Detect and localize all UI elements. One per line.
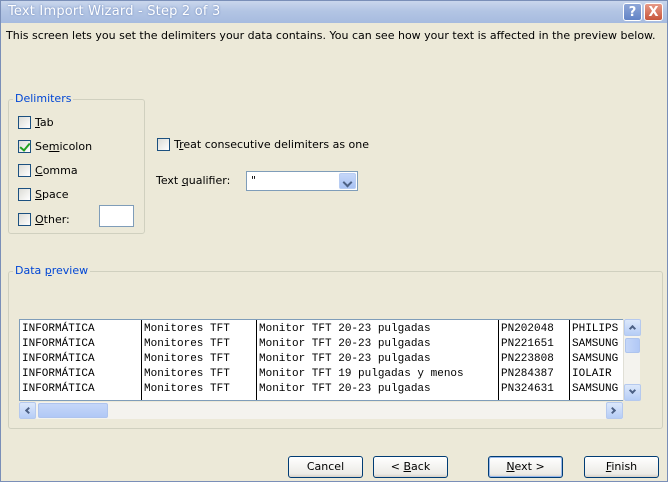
preview-cell: SAMSUNG [572, 383, 619, 395]
preview-cell: Monitor TFT 19 pulgadas y menos [259, 368, 464, 380]
preview-cell: PN223808 [501, 353, 554, 365]
back-button[interactable]: < Back [373, 456, 448, 478]
space-checkbox[interactable] [18, 187, 31, 201]
preview-cell: INFORMÁTICA [22, 323, 95, 335]
semicolon-label: Semicolon [35, 139, 93, 153]
preview-cell: Monitores TFT [144, 353, 230, 365]
column-separator [256, 320, 257, 400]
preview-cell: INFORMÁTICA [22, 383, 95, 395]
preview-vertical-scrollbar[interactable] [623, 319, 641, 401]
finish-button[interactable]: Finish [584, 456, 659, 478]
chevron-left-icon [24, 406, 33, 415]
comma-checkbox[interactable] [18, 163, 31, 177]
preview-cell: IOLAIR [572, 368, 612, 380]
text-qualifier-value: " [251, 174, 257, 187]
preview-cell: INFORMÁTICA [22, 338, 95, 350]
text-qualifier-label: Text qualifier: [156, 174, 231, 187]
cancel-button[interactable]: Cancel [288, 456, 363, 478]
preview-row: INFORMÁTICA Monitores TFT Monitor TFT 20… [20, 338, 618, 351]
semicolon-checkbox[interactable] [18, 139, 31, 153]
next-button[interactable]: Next > [488, 456, 563, 478]
other-checkbox-row[interactable]: Other: [18, 211, 70, 227]
help-button[interactable]: ? [623, 3, 642, 21]
chevron-up-icon [628, 324, 637, 333]
preview-cell: Monitores TFT [144, 383, 230, 395]
comma-checkbox-row[interactable]: Comma [18, 162, 78, 178]
preview-row: INFORMÁTICA Monitores TFT Monitor TFT 20… [20, 323, 618, 336]
data-preview-grid[interactable]: INFORMÁTICA Monitores TFT Monitor TFT 20… [19, 319, 639, 401]
semicolon-checkbox-row[interactable]: Semicolon [18, 138, 92, 154]
data-preview-group-label: Data preview [13, 264, 91, 277]
preview-cell: Monitor TFT 20-23 pulgadas [259, 353, 431, 365]
horizontal-scroll-thumb[interactable] [38, 403, 108, 418]
preview-cell: Monitores TFT [144, 323, 230, 335]
other-delimiter-input[interactable] [99, 205, 134, 227]
treat-consecutive-row[interactable]: Treat consecutive delimiters as one [157, 136, 369, 152]
chevron-down-icon [628, 386, 637, 395]
text-qualifier-select[interactable]: " [246, 171, 358, 191]
close-button[interactable]: X [644, 3, 663, 21]
scroll-up-button[interactable] [624, 319, 641, 336]
column-separator [141, 320, 142, 400]
preview-cell: PN221651 [501, 338, 554, 350]
preview-horizontal-scrollbar[interactable] [19, 402, 623, 419]
space-checkbox-row[interactable]: Space [18, 186, 69, 202]
preview-cell: Monitor TFT 20-23 pulgadas [259, 383, 431, 395]
tab-checkbox[interactable] [18, 115, 31, 129]
delimiters-group: Delimiters Tab Semicolon Comma Space Oth… [8, 92, 145, 234]
preview-row: INFORMÁTICA Monitores TFT Monitor TFT 19… [20, 368, 612, 381]
tab-checkbox-row[interactable]: Tab [18, 114, 54, 130]
preview-cell: PN202048 [501, 323, 554, 335]
scroll-left-button[interactable] [19, 402, 36, 419]
preview-cell: SAMSUNG [572, 353, 619, 365]
column-separator [569, 320, 570, 400]
tab-label: Tab [35, 115, 54, 129]
preview-cell: PN284387 [501, 368, 554, 380]
delimiters-group-label: Delimiters [13, 92, 74, 105]
preview-cell: PHILIPS [572, 323, 619, 335]
window-title: Text Import Wizard - Step 2 of 3 [8, 4, 221, 19]
comma-label: Comma [35, 163, 78, 177]
other-checkbox[interactable] [18, 212, 31, 226]
preview-cell: INFORMÁTICA [22, 353, 95, 365]
other-label: Other: [35, 212, 70, 226]
preview-cell: Monitor TFT 20-23 pulgadas [259, 323, 431, 335]
preview-cell: INFORMÁTICA [22, 368, 95, 380]
title-bar[interactable]: Text Import Wizard - Step 2 of 3 ? X [1, 1, 667, 23]
chevron-right-icon [608, 406, 617, 415]
preview-cell: Monitores TFT [144, 338, 230, 350]
treat-consecutive-label: Treat consecutive delimiters as one [174, 137, 370, 151]
wizard-description: This screen lets you set the delimiters … [6, 29, 656, 42]
preview-row: INFORMÁTICA Monitores TFT Monitor TFT 20… [20, 383, 618, 396]
text-import-wizard-dialog: Text Import Wizard - Step 2 of 3 ? X Thi… [0, 0, 668, 482]
chevron-down-icon[interactable] [339, 173, 356, 189]
column-separator [498, 320, 499, 400]
scroll-down-button[interactable] [624, 384, 641, 401]
preview-cell: SAMSUNG [572, 338, 619, 350]
preview-cell: Monitores TFT [144, 368, 230, 380]
preview-row: INFORMÁTICA Monitores TFT Monitor TFT 20… [20, 353, 618, 366]
preview-cell: Monitor TFT 20-23 pulgadas [259, 338, 431, 350]
scroll-right-button[interactable] [606, 402, 623, 419]
vertical-scroll-thumb[interactable] [625, 338, 640, 353]
preview-cell: PN324631 [501, 383, 554, 395]
treat-consecutive-checkbox[interactable] [157, 137, 170, 151]
space-label: Space [35, 187, 69, 201]
